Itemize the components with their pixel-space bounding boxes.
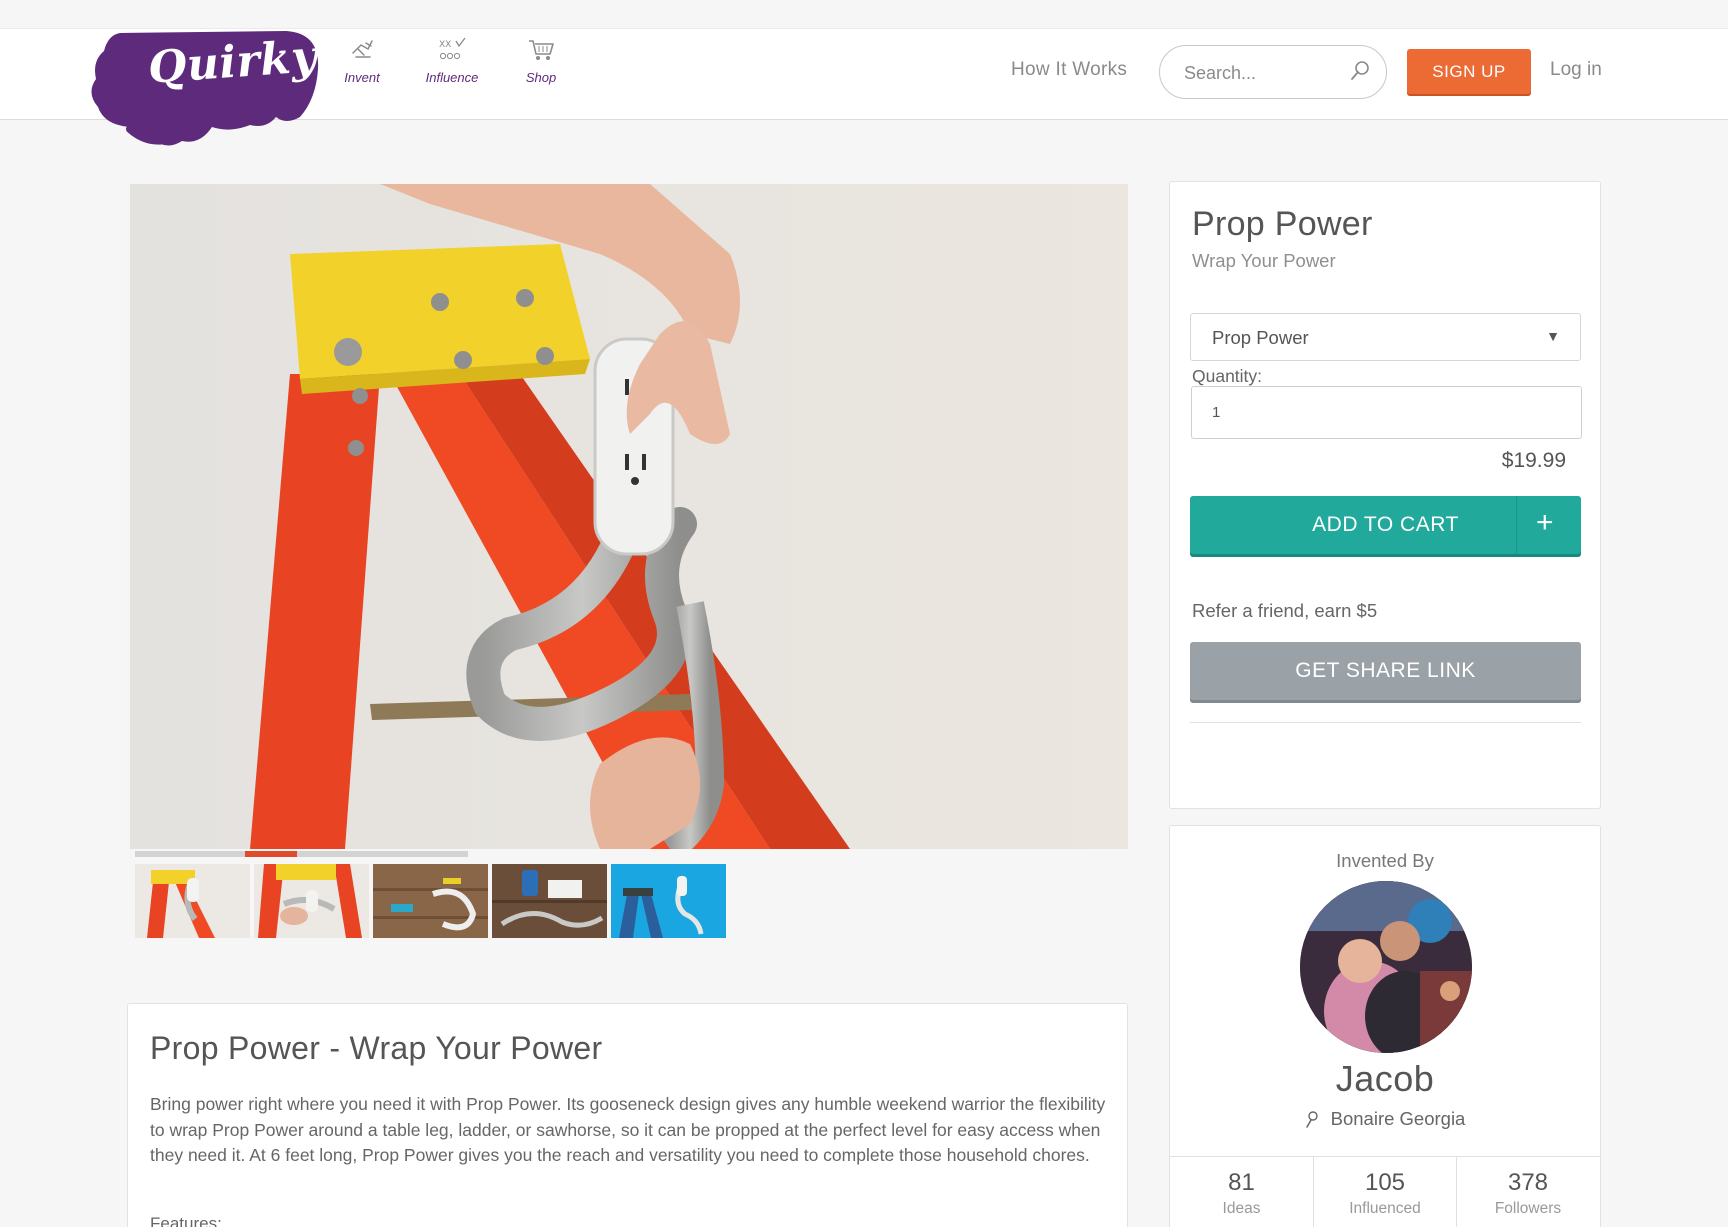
- gallery-progress-fill: [245, 851, 297, 857]
- thumbnail-4-image: [492, 864, 607, 938]
- nav-invent[interactable]: Invent: [325, 37, 399, 97]
- product-main-image[interactable]: [130, 184, 1128, 849]
- stat-followers-label: Followers: [1494, 1200, 1562, 1217]
- login-link[interactable]: Log in: [1550, 59, 1602, 81]
- variant-select[interactable]: Prop Power ▼: [1190, 313, 1581, 361]
- refer-friend-text: Refer a friend, earn $5: [1192, 600, 1378, 621]
- description-body: Bring power right where you need it with…: [150, 1094, 1106, 1165]
- product-title: Prop Power: [1192, 205, 1373, 243]
- dropdown-caret-icon: ▼: [1546, 328, 1560, 344]
- inventor-avatar[interactable]: [1300, 881, 1472, 1053]
- signup-button[interactable]: SIGN UP: [1407, 49, 1531, 94]
- stat-ideas-value: 81: [1228, 1169, 1255, 1196]
- add-to-cart-button[interactable]: ADD TO CART +: [1190, 496, 1581, 554]
- stat-influenced[interactable]: 105 Influenced: [1313, 1157, 1456, 1227]
- get-share-link-label: GET SHARE LINK: [1295, 659, 1476, 682]
- thumbnail-4[interactable]: [492, 864, 607, 938]
- location-pin-icon: [1305, 1111, 1318, 1128]
- invented-by-heading: Invented By: [1336, 850, 1434, 871]
- invent-icon: [352, 40, 373, 58]
- stat-ideas-label: Ideas: [1222, 1200, 1261, 1217]
- inventor-stats: 81 Ideas 105 Influenced 378 Followers: [1170, 1156, 1600, 1227]
- cart-icon: [529, 40, 554, 60]
- nav-shop-label: Shop: [525, 70, 557, 85]
- purchase-card: Prop Power Wrap Your Power Prop Power ▼ …: [1169, 181, 1601, 809]
- stat-influenced-label: Influenced: [1349, 1200, 1421, 1217]
- variant-selected-value: Prop Power: [1212, 327, 1309, 348]
- add-to-cart-divider: [1516, 496, 1517, 554]
- purchase-divider: [1190, 722, 1581, 723]
- gallery-progress-bar: [135, 851, 468, 857]
- thumbnail-2-image: [254, 864, 369, 938]
- thumbnail-5-image: [611, 864, 726, 938]
- nav-influence-label: Influence: [425, 70, 479, 85]
- description-title: Prop Power - Wrap Your Power: [150, 1030, 603, 1066]
- thumbnail-1-image: [135, 864, 250, 938]
- quantity-label: Quantity:: [1192, 366, 1263, 386]
- inventor-location: Bonaire Georgia: [1170, 1108, 1600, 1130]
- thumbnail-5[interactable]: [611, 864, 726, 938]
- thumbnail-1[interactable]: [135, 864, 250, 938]
- stat-followers[interactable]: 378 Followers: [1456, 1157, 1599, 1227]
- inventor-location-text: Bonaire Georgia: [1330, 1108, 1466, 1129]
- description-card: Prop Power - Wrap Your Power Bring power…: [127, 1003, 1128, 1227]
- avatar-photo: [1300, 881, 1472, 1053]
- inventor-card: Invented By Jacob Bonaire Georgia 81 Ide…: [1169, 825, 1601, 1227]
- product-photo: [130, 184, 1128, 849]
- nav-shop[interactable]: Shop: [504, 37, 578, 97]
- get-share-link-button[interactable]: GET SHARE LINK: [1190, 642, 1581, 700]
- add-to-cart-label: ADD TO CART: [1312, 513, 1459, 536]
- nav-invent-label: Invent: [344, 70, 380, 85]
- stat-ideas[interactable]: 81 Ideas: [1170, 1157, 1313, 1227]
- influence-icon: XX: [439, 37, 466, 60]
- search-icon[interactable]: [1348, 59, 1372, 83]
- stat-followers-value: 378: [1507, 1169, 1549, 1196]
- thumbnail-3[interactable]: [373, 864, 488, 938]
- search-box: [1159, 45, 1387, 99]
- quantity-input[interactable]: [1191, 386, 1582, 439]
- svg-text:XX: XX: [439, 40, 451, 50]
- site-header: Quirky Invent XX Influence Shop How It W…: [0, 29, 1728, 146]
- inventor-name[interactable]: Jacob: [1170, 1058, 1600, 1100]
- plus-icon: +: [1536, 506, 1554, 539]
- search-input[interactable]: [1184, 59, 1344, 87]
- product-subtitle: Wrap Your Power: [1192, 250, 1336, 271]
- features-heading: Features:: [150, 1214, 222, 1227]
- product-price: $19.99: [1501, 449, 1566, 472]
- stat-influenced-value: 105: [1364, 1169, 1406, 1196]
- quirky-logo[interactable]: Quirky: [90, 29, 322, 147]
- how-it-works-link[interactable]: How It Works: [1011, 59, 1127, 81]
- thumbnail-2[interactable]: [254, 864, 369, 938]
- top-strip: [0, 0, 1728, 29]
- nav-influence[interactable]: XX Influence: [415, 37, 489, 97]
- thumbnail-3-image: [373, 864, 488, 938]
